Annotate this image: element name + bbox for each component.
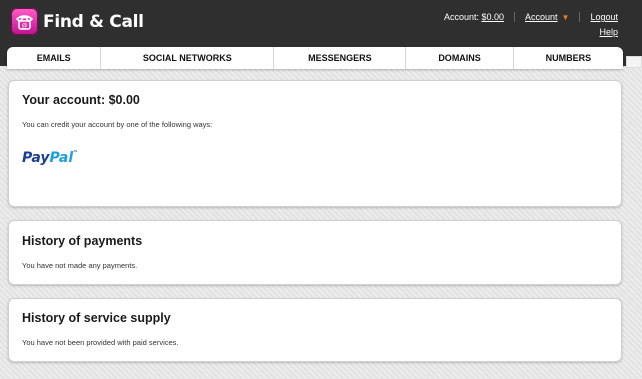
user-links: Account: $0.00 Account ▼ Logout bbox=[444, 12, 618, 22]
account-menu-link[interactable]: Account bbox=[525, 12, 558, 22]
divider bbox=[579, 12, 581, 22]
tab-emails[interactable]: EMAILS bbox=[7, 47, 102, 69]
app-name: Find & Call bbox=[43, 11, 144, 32]
account-credit-text: You can credit your account by one of th… bbox=[22, 120, 213, 129]
account-panel: Your account: $0.00 You can credit your … bbox=[8, 80, 622, 207]
svg-text:@: @ bbox=[22, 23, 28, 30]
main-nav: EMAILS SOCIAL NETWORKS MESSENGERS DOMAIN… bbox=[7, 47, 623, 69]
payments-history-title: History of payments bbox=[22, 234, 143, 248]
payments-history-text: You have not made any payments. bbox=[22, 261, 138, 270]
help-link[interactable]: Help bbox=[599, 27, 618, 37]
divider bbox=[514, 12, 516, 22]
tab-domains[interactable]: DOMAINS bbox=[406, 47, 514, 69]
scrollbar[interactable] bbox=[626, 56, 642, 68]
account-balance-label: Account: bbox=[443, 12, 479, 22]
account-title: Your account: $0.00 bbox=[22, 93, 140, 107]
service-supply-text: You have not been provided with paid ser… bbox=[22, 338, 179, 347]
app-logo[interactable]: @ Find & Call bbox=[11, 8, 144, 35]
payments-history-panel: History of payments You have not made an… bbox=[8, 220, 622, 285]
tab-social-networks[interactable]: SOCIAL NETWORKS bbox=[101, 47, 275, 69]
phone-icon: @ bbox=[11, 8, 38, 35]
paypal-logo[interactable]: PayPal™ bbox=[22, 150, 78, 166]
tab-numbers[interactable]: NUMBERS bbox=[514, 47, 623, 69]
tab-messengers[interactable]: MESSENGERS bbox=[274, 47, 407, 69]
caret-down-icon[interactable]: ▼ bbox=[562, 13, 570, 22]
account-balance-link[interactable]: $0.00 bbox=[481, 12, 504, 22]
logout-link[interactable]: Logout bbox=[590, 12, 618, 22]
service-supply-title: History of service supply bbox=[22, 311, 171, 325]
service-supply-panel: History of service supply You have not b… bbox=[8, 298, 622, 362]
